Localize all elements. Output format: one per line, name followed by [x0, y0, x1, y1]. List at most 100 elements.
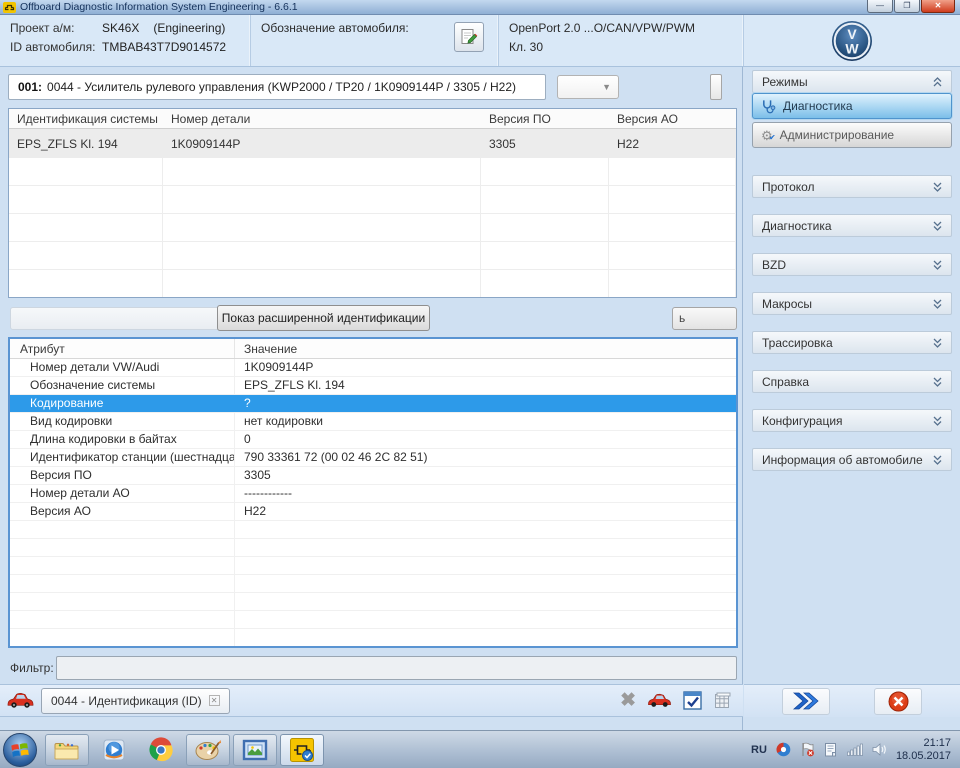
vin-value: TMBAB43T7D9014572: [102, 40, 227, 54]
document-tab-bar: 0044 - Идентификация (ID) ✕ ✖: [0, 684, 743, 717]
sidebar-section-bzd[interactable]: BZD: [752, 253, 952, 276]
table-row[interactable]: EPS_ZFLS Kl. 194 1K0909144P 3305 H22: [9, 129, 736, 158]
grid-table-icon[interactable]: [713, 691, 732, 710]
column-header: Номер детали: [171, 112, 251, 126]
red-cross-circle-icon: [888, 691, 909, 712]
attributes-table: Атрибут Значение Номер детали VW/Audi 1K0…: [8, 337, 738, 648]
start-button[interactable]: [3, 732, 37, 767]
chevron-double-down-icon: [933, 260, 942, 270]
action-center-flag-icon[interactable]: [800, 742, 815, 757]
minimize-button[interactable]: —: [867, 0, 893, 13]
sidebar: Режимы Диагностика ⚙ ✔ Администрирование …: [744, 67, 960, 730]
language-indicator[interactable]: RU: [751, 744, 767, 756]
filter-input[interactable]: [56, 656, 737, 680]
clipboard-tray-icon[interactable]: [824, 742, 838, 757]
attribute-row[interactable]: Вид кодировки нет кодировки: [10, 413, 736, 431]
interface-cell: OpenPort 2.0 ...O/CAN/VPW/PWM Кл. 30: [498, 15, 743, 66]
windows-flag-icon: [11, 742, 29, 758]
taskbar-clock[interactable]: 21:17 18.05.2017: [896, 737, 951, 763]
mode-button-administration[interactable]: ⚙ ✔ Администрирование: [752, 122, 952, 148]
empty-row: [9, 186, 736, 214]
attributes-table-header: Атрибут Значение: [10, 339, 736, 359]
empty-row: [9, 242, 736, 270]
windows-taskbar: RU 21:17 18.05.2017: [0, 730, 960, 768]
taskbar-item-media-player[interactable]: [92, 734, 136, 766]
attribute-row[interactable]: Обозначение системы EPS_ZFLS Kl. 194: [10, 377, 736, 395]
column-header: Идентификация системы: [17, 112, 158, 126]
sidebar-section-configuration[interactable]: Конфигурация: [752, 409, 952, 432]
window-title: Offboard Diagnostic Information System E…: [20, 1, 298, 13]
sidebar-section-diagnostics[interactable]: Диагностика: [752, 214, 952, 237]
column-header: Версия АО: [617, 112, 678, 126]
restore-button[interactable]: ❐: [894, 0, 920, 13]
chevron-double-down-icon: [933, 221, 942, 231]
close-button[interactable]: ✕: [921, 0, 955, 13]
empty-row: [10, 557, 736, 575]
abort-icon[interactable]: ✖: [620, 691, 636, 710]
identification-table-header: Идентификация системы Номер детали Верси…: [9, 109, 736, 129]
odis-window: Offboard Diagnostic Information System E…: [0, 0, 960, 768]
ecu-title: 0044 - Усилитель рулевого управления (KW…: [47, 80, 516, 94]
filter-label: Фильтр:: [10, 661, 54, 675]
window-titlebar: Offboard Diagnostic Information System E…: [0, 0, 960, 15]
car-icon[interactable]: [647, 693, 672, 708]
attribute-row[interactable]: Номер детали VW/Audi 1K0909144P: [10, 359, 736, 377]
column-header: Значение: [244, 342, 298, 356]
mode-button-diagnostics[interactable]: Диагностика: [752, 93, 952, 119]
sidebar-section-vehicle-info[interactable]: Информация об автомобиле: [752, 448, 952, 471]
edit-designation-button[interactable]: [454, 22, 484, 52]
chevron-double-up-icon: [933, 76, 942, 87]
taskbar-item-chrome[interactable]: [139, 734, 183, 766]
taskbar-item-photo-viewer[interactable]: [233, 733, 277, 766]
sidebar-section-modes[interactable]: Режимы: [752, 70, 952, 93]
double-chevron-right-icon: [791, 691, 821, 711]
vw-logo: V W: [831, 20, 873, 62]
system-tray: RU 21:17 18.05.2017: [751, 737, 960, 763]
sidebar-section-trace[interactable]: Трассировка: [752, 331, 952, 354]
sidebar-footer: [744, 684, 960, 717]
ecu-index: 001:: [18, 80, 43, 94]
empty-row: [10, 629, 736, 646]
clock-date: 18.05.2017: [895, 749, 951, 762]
attribute-row[interactable]: Номер детали АО ------------: [10, 485, 736, 503]
cancel-button[interactable]: [874, 687, 922, 715]
show-extended-identification-button[interactable]: Показ расширенной идентификации: [217, 305, 430, 331]
attribute-row-selected[interactable]: Кодирование?: [10, 395, 736, 413]
attribute-row[interactable]: Версия ПО 3305: [10, 467, 736, 485]
empty-row: [10, 575, 736, 593]
sidebar-section-help[interactable]: Справка: [752, 370, 952, 393]
sidebar-section-protocol[interactable]: Протокол: [752, 175, 952, 198]
brand-cell: V W: [743, 15, 960, 66]
tab-identification[interactable]: 0044 - Идентификация (ID) ✕: [41, 687, 230, 714]
speaker-volume-icon[interactable]: [872, 743, 887, 756]
attribute-row[interactable]: Идентификатор станции (шестнадцат 790 333…: [10, 449, 736, 467]
empty-row: [9, 270, 736, 297]
clock-time: 21:17: [923, 736, 951, 749]
taskbar-item-explorer[interactable]: [45, 733, 89, 766]
next-button[interactable]: [782, 687, 830, 715]
network-signal-icon[interactable]: [847, 743, 863, 756]
checklist-window-icon[interactable]: [683, 691, 702, 710]
tab-close-icon[interactable]: ✕: [208, 695, 220, 706]
document-edit-icon: [460, 28, 478, 46]
chevron-double-down-icon: [933, 455, 942, 465]
taskbar-item-odis[interactable]: [280, 733, 324, 766]
chevron-down-icon: ▼: [602, 82, 611, 92]
attribute-row[interactable]: Длина кодировки в байтах 0: [10, 431, 736, 449]
attribute-row[interactable]: Версия АО H22: [10, 503, 736, 521]
taskbar-item-paint[interactable]: [186, 733, 230, 766]
interface-line2: Кл. 30: [509, 40, 544, 54]
sidebar-section-macros[interactable]: Макросы: [752, 292, 952, 315]
gear-icon: ⚙ ✔: [761, 127, 776, 143]
empty-row: [9, 158, 736, 186]
empty-row: [10, 593, 736, 611]
tray-app-icon[interactable]: [776, 742, 791, 757]
flat-button[interactable]: [10, 307, 222, 330]
chevron-double-down-icon: [933, 416, 942, 426]
vehicle-header: Проект а/м: SK46X (Engineering) ID автом…: [0, 15, 960, 67]
splitter-handle[interactable]: [710, 74, 722, 100]
clipped-button[interactable]: ь: [672, 307, 737, 330]
chevron-double-down-icon: [933, 377, 942, 387]
ecu-select-dropdown[interactable]: ▼: [557, 75, 619, 99]
car-icon: [7, 692, 34, 709]
